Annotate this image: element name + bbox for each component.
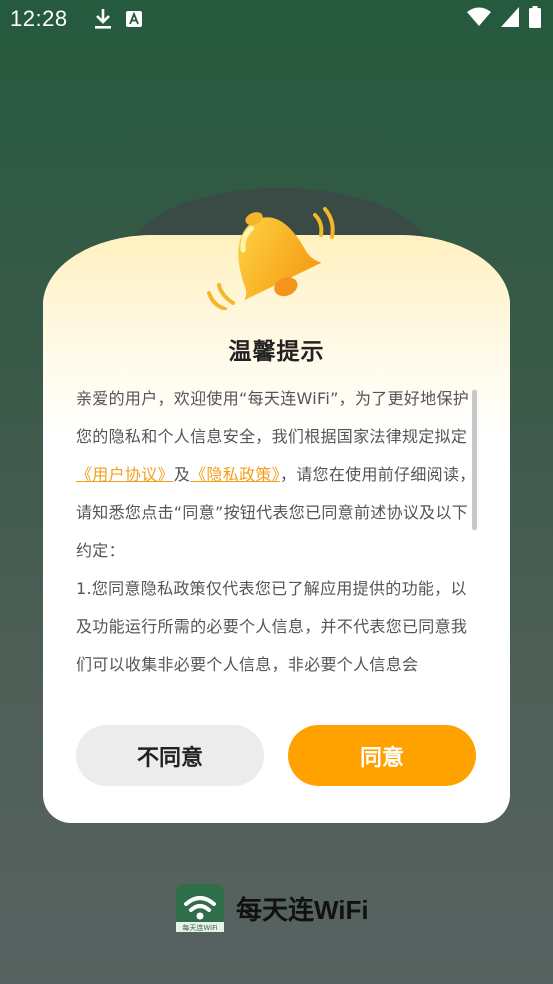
decline-button[interactable]: 不同意	[76, 725, 264, 786]
brand-name: 每天连WiFi	[236, 894, 369, 925]
a-notification-icon	[125, 11, 142, 27]
dialog-title: 温馨提示	[228, 339, 325, 365]
conjunction-text: 及	[173, 465, 191, 484]
privacy-dialog: 温馨提示 亲爱的用户，欢迎使用“每天连WiFi”，为了更好地保护您的隐私和个人信…	[43, 235, 510, 823]
scrollbar[interactable]	[472, 390, 477, 530]
logo-caption: 每天连WiFi	[182, 923, 217, 932]
download-icon	[94, 8, 112, 30]
bell-icon	[205, 195, 345, 311]
user-agreement-link[interactable]: 《用户协议》	[76, 465, 174, 484]
privacy-policy-link[interactable]: 《隐私政策》	[190, 465, 280, 484]
dialog-paragraph-1: 亲爱的用户，欢迎使用“每天连WiFi”，为了更好地保护您的隐私和个人信息安全，我…	[76, 380, 478, 570]
wifi-logo-icon: 每天连WiFi	[176, 884, 224, 932]
status-time: 12:28	[10, 6, 68, 31]
status-bar: 12:28	[0, 0, 553, 38]
wifi-icon	[467, 7, 491, 31]
status-right	[467, 6, 541, 32]
brand-footer: 每天连WiFi 每天连WiFi	[176, 884, 369, 932]
signal-icon	[501, 7, 519, 31]
battery-icon	[529, 6, 541, 32]
agree-button[interactable]: 同意	[288, 725, 476, 786]
dialog-body[interactable]: 亲爱的用户，欢迎使用“每天连WiFi”，为了更好地保护您的隐私和个人信息安全，我…	[76, 380, 478, 680]
dialog-paragraph-2: 1.您同意隐私政策仅代表您已了解应用提供的功能，以及功能运行所需的必要个人信息，…	[76, 579, 468, 674]
paragraph-1-prefix: 亲爱的用户，欢迎使用“每天连WiFi”，为了更好地保护您的隐私和个人信息安全，我…	[76, 389, 470, 446]
